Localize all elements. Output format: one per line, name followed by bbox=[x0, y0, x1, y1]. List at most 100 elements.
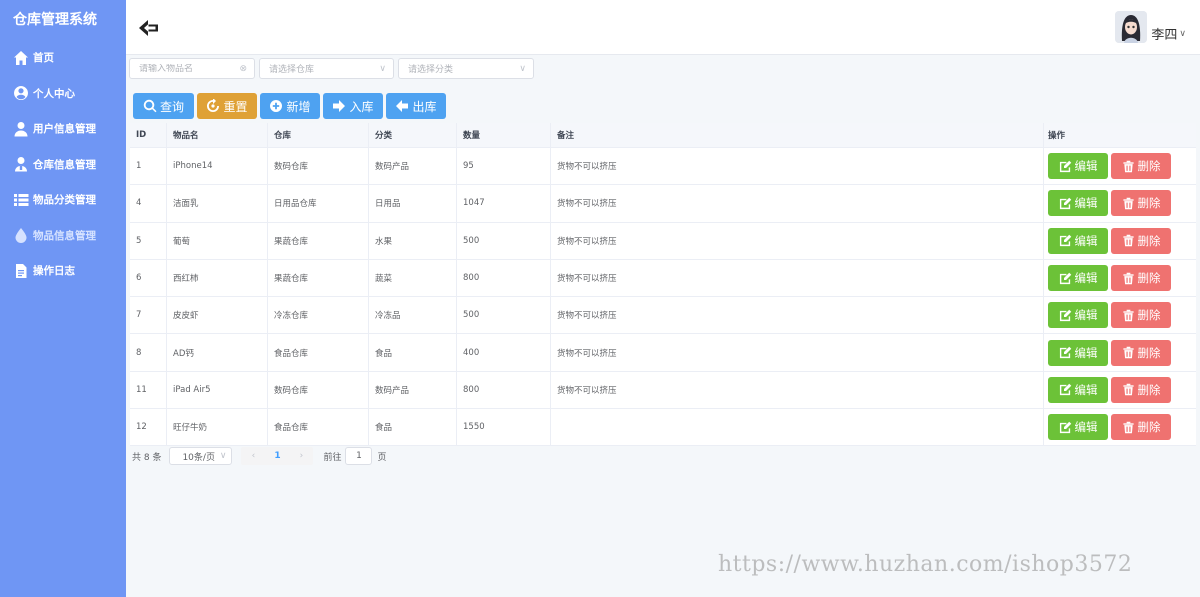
search-button[interactable]: 查询 bbox=[133, 93, 194, 119]
trash-icon bbox=[1122, 160, 1134, 172]
app-title: 仓库管理系统 bbox=[13, 12, 97, 28]
cell-count: 400 bbox=[457, 334, 551, 371]
user-menu[interactable]: 李四 ∨ bbox=[1115, 10, 1186, 43]
page-size-value: 10条/页 bbox=[182, 452, 215, 463]
add-button-label: 新增 bbox=[286, 99, 311, 114]
clear-icon[interactable]: ⊗ bbox=[239, 64, 247, 74]
edit-button[interactable]: 编辑 bbox=[1048, 265, 1108, 292]
add-button[interactable]: 新增 bbox=[260, 93, 320, 119]
cell-actions: 编辑 删除 bbox=[1044, 372, 1196, 408]
pagination-total: 共 8 条 bbox=[132, 452, 162, 463]
delete-button-label: 删除 bbox=[1137, 233, 1161, 248]
reset-button[interactable]: 重置 bbox=[197, 93, 257, 119]
cell-note: 货物不可以挤压 bbox=[551, 148, 1044, 185]
page-unit-label: 页 bbox=[377, 452, 387, 463]
cell-count: 500 bbox=[457, 297, 551, 334]
table-row: 1 iPhone14 数码仓库 数码产品 95 货物不可以挤压 编辑 删除 bbox=[130, 148, 1196, 186]
edit-button-label: 编辑 bbox=[1074, 382, 1098, 397]
sidebar-item-label: 物品信息管理 bbox=[33, 229, 96, 242]
cell-note: 货物不可以挤压 bbox=[551, 185, 1044, 222]
edit-button[interactable]: 编辑 bbox=[1048, 376, 1108, 403]
cell-id: 12 bbox=[130, 409, 167, 446]
edit-button[interactable]: 编辑 bbox=[1048, 190, 1108, 217]
page-size-select[interactable]: 10条/页 ∨ bbox=[169, 447, 233, 465]
next-page-button[interactable]: › bbox=[289, 451, 313, 461]
username: 李四 bbox=[1151, 28, 1178, 43]
table-body: 1 iPhone14 数码仓库 数码产品 95 货物不可以挤压 编辑 删除 4 洁面乳 日用品仓库日… bbox=[130, 148, 1196, 447]
cell-id: 1 bbox=[130, 148, 167, 185]
edit-button-label: 编辑 bbox=[1074, 233, 1098, 248]
cell-id: 4 bbox=[130, 185, 167, 222]
cell-count: 95 bbox=[457, 148, 551, 185]
delete-button[interactable]: 删除 bbox=[1111, 376, 1171, 403]
column-header-category: 分类 bbox=[369, 123, 457, 147]
delete-button[interactable]: 删除 bbox=[1111, 302, 1171, 329]
edit-icon bbox=[1059, 421, 1071, 433]
drop-icon bbox=[15, 228, 27, 244]
edit-button[interactable]: 编辑 bbox=[1048, 339, 1108, 366]
edit-button[interactable]: 编辑 bbox=[1048, 153, 1108, 180]
pagination: 共 8 条 10条/页 ∨ ‹ 1 › 前往 页 bbox=[132, 447, 386, 465]
cell-count: 1047 bbox=[457, 185, 551, 222]
column-header-actions: 操作 bbox=[1048, 131, 1066, 141]
delete-button-label: 删除 bbox=[1137, 382, 1161, 397]
document-icon bbox=[16, 263, 27, 278]
cell-id: 5 bbox=[130, 222, 167, 259]
sidebar-item-logs[interactable]: 操作日志 bbox=[0, 253, 126, 289]
page-number-current[interactable]: 1 bbox=[265, 451, 289, 461]
back-arrow-icon[interactable] bbox=[138, 18, 160, 38]
delete-button-label: 删除 bbox=[1137, 271, 1161, 286]
name-search-field[interactable]: ⊗ bbox=[129, 58, 255, 79]
reset-button-label: 重置 bbox=[223, 99, 248, 114]
sidebar-item-profile[interactable]: 个人中心 bbox=[0, 76, 126, 112]
warehouse-select[interactable]: 请选择仓库 ∨ bbox=[259, 58, 394, 79]
cell-count: 500 bbox=[457, 222, 551, 259]
add-icon bbox=[270, 100, 283, 112]
filter-bar: ⊗ 请选择仓库 ∨ 请选择分类 ∨ bbox=[129, 58, 538, 79]
sidebar-item-home[interactable]: 首页 bbox=[0, 40, 126, 76]
cell-actions: 编辑 删除 bbox=[1044, 409, 1196, 445]
delete-button[interactable]: 删除 bbox=[1111, 227, 1171, 254]
category-select[interactable]: 请选择分类 ∨ bbox=[398, 58, 534, 79]
edit-button[interactable]: 编辑 bbox=[1048, 414, 1108, 441]
cell-name: 葡萄 bbox=[167, 222, 268, 259]
cell-warehouse: 果蔬仓库 bbox=[268, 222, 369, 259]
main-area: 李四 ∨ ⊗ 请选择仓库 ∨ 请选择分类 ∨ 查询 重置 新增 bbox=[126, 0, 1200, 597]
delete-button[interactable]: 删除 bbox=[1111, 153, 1171, 180]
name-search-input[interactable] bbox=[139, 63, 229, 74]
cell-actions: 编辑 删除 bbox=[1044, 223, 1196, 259]
table-row: 8 AD钙 食品仓库 食品 400 货物不可以挤压 编辑 删除 bbox=[130, 334, 1196, 372]
delete-button[interactable]: 删除 bbox=[1111, 414, 1171, 441]
cell-count: 800 bbox=[457, 259, 551, 297]
sidebar: 仓库管理系统 首页 个人中心 用户信息管理 仓库信息管理 物品分类管理 物品信息… bbox=[0, 0, 126, 597]
sidebar-item-categories[interactable]: 物品分类管理 bbox=[0, 182, 126, 218]
delete-button-label: 删除 bbox=[1137, 196, 1161, 211]
cell-name: AD钙 bbox=[167, 334, 268, 371]
column-header-note: 备注 bbox=[551, 123, 1044, 147]
trash-icon bbox=[1122, 421, 1134, 433]
sidebar-item-users[interactable]: 用户信息管理 bbox=[0, 111, 126, 147]
delete-button[interactable]: 删除 bbox=[1111, 265, 1171, 292]
edit-icon bbox=[1059, 346, 1071, 359]
trash-icon bbox=[1122, 309, 1134, 322]
sidebar-item-goods[interactable]: 物品信息管理 bbox=[0, 218, 126, 254]
search-button-label: 查询 bbox=[159, 99, 184, 114]
column-header-id: ID bbox=[130, 123, 167, 147]
stock-out-button[interactable]: 出库 bbox=[386, 93, 446, 119]
prev-page-button[interactable]: ‹ bbox=[241, 451, 265, 461]
delete-button[interactable]: 删除 bbox=[1111, 190, 1171, 217]
column-header-count: 数量 bbox=[457, 123, 551, 147]
edit-button[interactable]: 编辑 bbox=[1048, 227, 1108, 254]
stock-in-button[interactable]: 入库 bbox=[323, 93, 383, 119]
cell-actions: 编辑 删除 bbox=[1044, 185, 1196, 221]
home-icon bbox=[14, 50, 28, 65]
user-circle-icon bbox=[14, 86, 29, 101]
cell-category: 日用品 bbox=[369, 185, 457, 222]
table-row: 6 西红柿 果蔬仓库 蔬菜 800 货物不可以挤压 编辑 删除 bbox=[130, 259, 1196, 298]
delete-button-label: 删除 bbox=[1137, 159, 1161, 174]
goto-page-input[interactable] bbox=[345, 447, 373, 465]
sidebar-item-warehouses[interactable]: 仓库信息管理 bbox=[0, 147, 126, 183]
user-icon bbox=[14, 121, 28, 137]
edit-button[interactable]: 编辑 bbox=[1048, 302, 1108, 329]
delete-button[interactable]: 删除 bbox=[1111, 339, 1171, 366]
